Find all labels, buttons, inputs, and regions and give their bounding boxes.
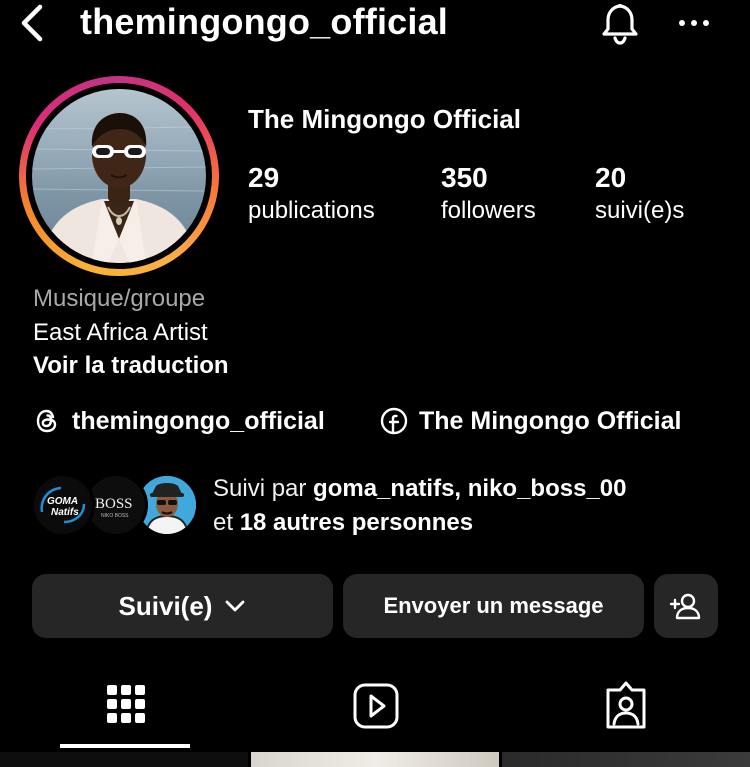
goma-natifs-logo: GOMA Natifs xyxy=(34,476,92,534)
facebook-icon xyxy=(380,407,408,435)
profile-screen: themingongo_official The Mingongo Offici… xyxy=(0,0,750,767)
grid-icon[interactable] xyxy=(102,678,150,734)
followed-by-others: 18 autres personnes xyxy=(239,509,474,536)
stat-publications[interactable]: 29 publications xyxy=(248,160,375,226)
chevron-down-icon xyxy=(226,600,245,612)
chevron-left-icon[interactable] xyxy=(14,3,50,43)
bio-category: Musique/groupe xyxy=(33,285,206,312)
stat-followers[interactable]: 350 followers xyxy=(441,160,536,226)
add-person-icon xyxy=(669,593,701,620)
followed-by-prefix: Suivi par xyxy=(213,475,314,502)
reels-icon[interactable] xyxy=(352,678,400,734)
following-button-label: Suivi(e) xyxy=(118,590,213,621)
profile-display-name: The Mingongo Official xyxy=(248,104,521,134)
followed-by-and: et xyxy=(213,509,240,536)
facebook-page-name: The Mingongo Official xyxy=(419,406,682,435)
stat-following-value: 20 xyxy=(595,162,627,193)
avatar-photo xyxy=(32,113,206,263)
threads-handle: themingongo_official xyxy=(72,406,325,435)
followed-by-names: goma_natifs, niko_boss_00 xyxy=(313,475,627,502)
profile-header: themingongo_official xyxy=(0,0,750,46)
stat-publications-value: 29 xyxy=(248,162,280,193)
post-grid-preview xyxy=(0,752,750,767)
ellipsis-icon[interactable] xyxy=(676,6,712,40)
profile-avatar[interactable] xyxy=(32,89,206,263)
niko-boss-logo-sub: NIKO BOSS xyxy=(101,513,129,519)
post-thumbnail[interactable] xyxy=(502,752,750,767)
goma-natifs-logo-line1: GOMA xyxy=(47,496,78,507)
profile-username-title: themingongo_official xyxy=(80,1,448,42)
stat-following[interactable]: 20 suivi(e)s xyxy=(595,160,684,226)
niko-boss-logo-text: BOSS xyxy=(95,496,133,512)
stat-followers-label: followers xyxy=(441,197,536,224)
follower-avatar-goma-natifs[interactable]: GOMA Natifs xyxy=(31,473,95,537)
add-person-button[interactable] xyxy=(654,574,718,638)
following-button[interactable]: Suivi(e) xyxy=(32,574,333,638)
niko-boss-logo: BOSS NIKO BOSS xyxy=(87,476,145,534)
tagged-icon[interactable] xyxy=(602,678,650,734)
see-translation-link[interactable]: Voir la traduction xyxy=(33,352,229,380)
bell-icon[interactable] xyxy=(598,0,642,46)
active-tab-indicator xyxy=(60,744,190,748)
bio-text: East Africa Artist xyxy=(33,319,208,346)
post-thumbnail[interactable] xyxy=(251,752,499,767)
followed-by-text[interactable]: Suivi par goma_natifs, niko_boss_00 et 1… xyxy=(213,472,733,540)
threads-link[interactable]: themingongo_official xyxy=(33,404,325,438)
send-message-label: Envoyer un message xyxy=(383,593,604,618)
goma-natifs-logo-line2: Natifs xyxy=(51,507,79,518)
stat-publications-label: publications xyxy=(248,197,375,224)
facebook-link[interactable]: The Mingongo Official xyxy=(380,404,681,438)
stat-followers-value: 350 xyxy=(441,162,488,193)
send-message-button[interactable]: Envoyer un message xyxy=(343,574,644,638)
threads-icon xyxy=(36,409,57,433)
post-thumbnail[interactable] xyxy=(0,752,248,767)
stat-following-label: suivi(e)s xyxy=(595,197,685,224)
